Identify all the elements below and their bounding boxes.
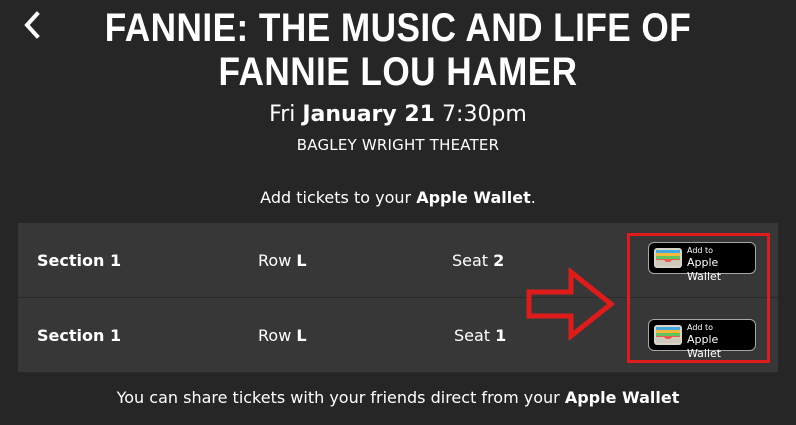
ticket-seat-label: Seat 1 bbox=[454, 326, 507, 345]
event-datetime: Fri January 21 7:30pm bbox=[0, 101, 796, 129]
ticket-seat-value: 2 bbox=[493, 251, 505, 270]
wallet-button-line1: Add to bbox=[687, 323, 714, 332]
ticket-row: Section 1 Row L Seat 2 Add to Apple Wall… bbox=[18, 223, 778, 298]
add-to-apple-wallet-button[interactable]: Add to Apple Wallet bbox=[648, 242, 756, 283]
event-venue: BAGLEY WRIGHT THEATER bbox=[296, 136, 500, 154]
back-button[interactable] bbox=[20, 8, 50, 42]
ticket-list: Section 1 Row L Seat 2 Add to Apple Wall… bbox=[18, 223, 778, 373]
ticket-seat-value: 1 bbox=[495, 326, 507, 345]
apple-wallet-icon bbox=[654, 325, 682, 345]
ticket-row: Section 1 Row L Seat 1 Add to Apple Wall… bbox=[18, 298, 778, 373]
apple-wallet-icon bbox=[654, 248, 682, 268]
ticket-row-value: L bbox=[296, 251, 307, 270]
wallet-button-line2: Apple Wallet bbox=[687, 333, 722, 360]
event-date: January 21 bbox=[302, 102, 436, 127]
add-to-apple-wallet-button[interactable]: Add to Apple Wallet bbox=[648, 319, 756, 360]
wallet-hint-emphasis: Apple Wallet bbox=[416, 188, 531, 207]
wallet-button-line2: Apple Wallet bbox=[687, 256, 722, 283]
page-title: FANNIE: THE MUSIC AND LIFE OF FANNIE LOU… bbox=[104, 6, 692, 94]
wallet-hint-suffix: . bbox=[530, 188, 536, 207]
share-note-emphasis: Apple Wallet bbox=[564, 388, 680, 407]
share-note: You can share tickets with your friends … bbox=[0, 387, 796, 409]
event-time: 7:30pm bbox=[442, 102, 527, 127]
ticket-row-value: L bbox=[296, 326, 307, 345]
ticket-seat-label: Seat 2 bbox=[452, 251, 505, 270]
ticket-section: Section 1 bbox=[37, 251, 122, 270]
share-note-text: You can share tickets with your friends … bbox=[116, 388, 560, 407]
ticket-row-label: Row L bbox=[258, 326, 307, 345]
wallet-button-line1: Add to bbox=[687, 246, 714, 255]
wallet-hint: Add tickets to your Apple Wallet. bbox=[0, 187, 796, 209]
wallet-hint-text: Add tickets to your bbox=[260, 188, 412, 207]
chevron-left-icon bbox=[24, 11, 40, 39]
event-day: Fri bbox=[269, 102, 296, 127]
ticket-row-label: Row L bbox=[258, 251, 307, 270]
ticket-section: Section 1 bbox=[37, 326, 122, 345]
